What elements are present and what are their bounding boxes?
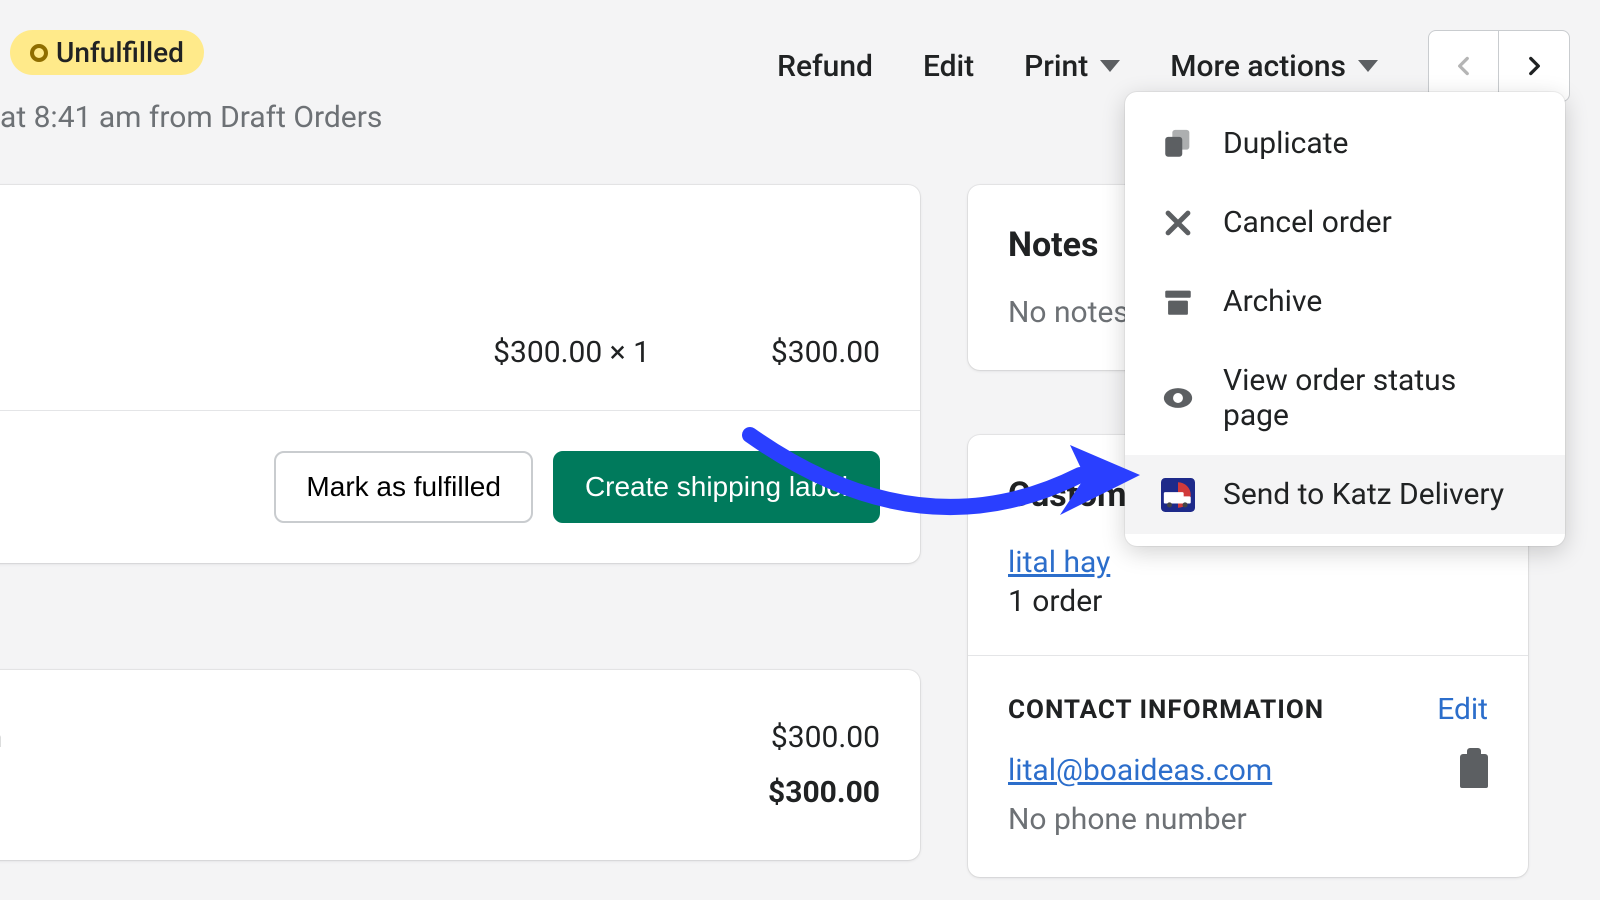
- katz-delivery-icon: [1161, 478, 1195, 512]
- menu-label: Send to Katz Delivery: [1223, 477, 1504, 512]
- mark-fulfilled-button[interactable]: Mark as fulfilled: [274, 451, 533, 523]
- chevron-right-icon: [1521, 53, 1547, 79]
- print-button[interactable]: Print: [1024, 49, 1120, 84]
- summary-row-total: $300.00: [0, 765, 880, 820]
- contact-info-header: CONTACT INFORMATION Edit: [1008, 692, 1488, 727]
- menu-label: View order status page: [1223, 363, 1529, 433]
- fulfillment-card: $300.00 × 1 $300.00 Mark as fulfilled Cr…: [0, 185, 920, 563]
- payment-summary-card: em $300.00 $300.00: [0, 670, 920, 860]
- menu-item-view-status[interactable]: View order status page: [1125, 341, 1565, 455]
- customer-name-link[interactable]: lital hay: [1008, 545, 1110, 580]
- more-actions-label: More actions: [1170, 49, 1346, 84]
- refund-button[interactable]: Refund: [777, 49, 873, 84]
- archive-icon: [1161, 285, 1195, 319]
- edit-button[interactable]: Edit: [923, 49, 974, 84]
- clipboard-icon[interactable]: [1460, 754, 1488, 788]
- print-label: Print: [1024, 49, 1088, 84]
- line-item-total: $300.00: [730, 335, 880, 370]
- edit-contact-button[interactable]: Edit: [1437, 692, 1488, 727]
- menu-label: Duplicate: [1223, 126, 1348, 161]
- divider: [968, 655, 1528, 656]
- contact-info-title: CONTACT INFORMATION: [1008, 695, 1324, 725]
- menu-item-send-katz[interactable]: Send to Katz Delivery: [1125, 455, 1565, 534]
- next-order-button[interactable]: [1499, 31, 1569, 101]
- menu-label: Archive: [1223, 284, 1322, 319]
- fulfillment-badge: Unfulfilled: [10, 30, 204, 75]
- line-item-row: $300.00 × 1 $300.00: [0, 185, 920, 411]
- customer-email-link[interactable]: lital@boaideas.com: [1008, 753, 1272, 788]
- menu-item-cancel-order[interactable]: Cancel order: [1125, 183, 1565, 262]
- close-icon: [1161, 206, 1195, 240]
- email-row: lital@boaideas.com: [1008, 753, 1488, 788]
- customer-phone: No phone number: [1008, 802, 1488, 837]
- summary-row: em $300.00: [0, 710, 880, 765]
- order-meta-text: at 8:41 am from Draft Orders: [0, 100, 382, 135]
- duplicate-icon: [1161, 127, 1195, 161]
- unfulfilled-ring-icon: [30, 44, 48, 62]
- more-actions-button[interactable]: More actions: [1170, 49, 1378, 84]
- customer-order-count: 1 order: [1008, 584, 1488, 619]
- create-shipping-label-button[interactable]: Create shipping label: [553, 451, 880, 523]
- prev-order-button[interactable]: [1429, 31, 1499, 101]
- chevron-left-icon: [1451, 53, 1477, 79]
- more-actions-menu: Duplicate Cancel order Archive View orde…: [1125, 92, 1565, 546]
- summary-value: $300.00: [771, 720, 880, 755]
- chevron-down-icon: [1100, 60, 1120, 72]
- menu-item-archive[interactable]: Archive: [1125, 262, 1565, 341]
- menu-label: Cancel order: [1223, 205, 1392, 240]
- summary-label: em: [0, 720, 2, 755]
- chevron-down-icon: [1358, 60, 1378, 72]
- badge-label: Unfulfilled: [56, 36, 184, 69]
- eye-icon: [1161, 381, 1195, 415]
- summary-total-value: $300.00: [768, 775, 880, 810]
- menu-item-duplicate[interactable]: Duplicate: [1125, 104, 1565, 183]
- line-item-unit-price: $300.00 × 1: [493, 335, 650, 370]
- fulfillment-actions: Mark as fulfilled Create shipping label: [0, 411, 920, 563]
